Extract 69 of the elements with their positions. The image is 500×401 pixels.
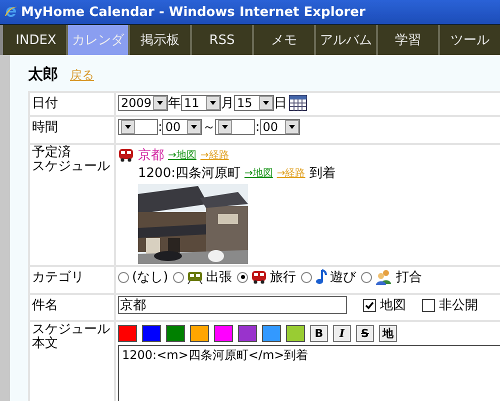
range-separator: ～ xyxy=(202,120,216,135)
unit-label: 月 xyxy=(221,96,234,111)
unit-label: 日 xyxy=(274,96,287,111)
color-swatch-button[interactable] xyxy=(118,324,137,342)
format-button[interactable]: I xyxy=(333,324,351,342)
calendar-icon[interactable] xyxy=(289,95,307,112)
train-icon xyxy=(187,270,204,284)
month-select[interactable]: 11 xyxy=(181,95,221,112)
nav-tab[interactable]: メモ xyxy=(254,25,316,55)
hour-select[interactable] xyxy=(215,119,256,136)
people-icon xyxy=(375,269,394,285)
radio-label: 出張 xyxy=(206,269,232,286)
bus-icon xyxy=(251,270,268,284)
nav-tab[interactable]: 学習 xyxy=(378,25,440,55)
color-swatch-button[interactable] xyxy=(262,324,281,342)
checkbox-label: 非公開 xyxy=(439,297,478,314)
field-label: 予定済 xyxy=(32,146,72,160)
field-label: カテゴリ xyxy=(32,270,84,285)
colon-label: : xyxy=(255,120,260,135)
format-button[interactable]: S xyxy=(356,324,374,342)
color-swatch-button[interactable] xyxy=(238,324,257,342)
checkbox-label: 地図 xyxy=(380,297,406,314)
schedule-link[interactable]: →地図 xyxy=(244,166,273,180)
color-swatch-button[interactable] xyxy=(214,324,233,342)
color-swatch-button[interactable] xyxy=(286,324,305,342)
radio-button[interactable] xyxy=(237,272,248,282)
schedule-link[interactable]: →地図 xyxy=(168,148,196,162)
window-title: MyHome Calendar - Windows Internet Explorer xyxy=(21,4,366,20)
minute-select[interactable]: 00 xyxy=(260,119,300,136)
nav-tab[interactable]: RSS xyxy=(192,25,254,55)
color-swatch-button[interactable] xyxy=(190,324,209,342)
radio-label: (なし) xyxy=(132,269,168,286)
year-select[interactable]: 2009 xyxy=(118,95,168,112)
field-label: スケジュール xyxy=(32,323,111,337)
radio-label: 遊び xyxy=(330,269,356,286)
unit-label: 年 xyxy=(168,96,181,111)
bus-icon xyxy=(118,148,134,162)
user-name: 太郎 xyxy=(28,65,58,84)
schedule-note: 到着 xyxy=(309,165,336,182)
body-text-area[interactable]: 1200:<m>四条河原町</m>到着 xyxy=(118,345,500,401)
checkbox[interactable] xyxy=(363,298,376,312)
schedule-title: 京都 xyxy=(138,147,164,164)
music-note-icon xyxy=(315,269,328,285)
radio-label: 旅行 xyxy=(270,269,296,286)
field-label: 件名 xyxy=(32,298,58,313)
format-button[interactable]: 地 xyxy=(379,324,397,342)
hour-select[interactable] xyxy=(118,119,158,136)
radio-button[interactable] xyxy=(118,272,129,282)
schedule-entry: 1200:四条河原町 xyxy=(138,165,240,182)
color-swatch-button[interactable] xyxy=(142,324,161,342)
field-label: 日付 xyxy=(32,96,58,111)
checkbox[interactable] xyxy=(422,298,435,312)
subject-field[interactable]: 京都 xyxy=(118,296,347,314)
field-label: スケジュール xyxy=(32,160,111,174)
radio-button[interactable] xyxy=(361,272,372,282)
format-button[interactable]: B xyxy=(310,324,328,342)
minute-select[interactable]: 00 xyxy=(162,119,202,136)
nav-tab[interactable]: ツール xyxy=(440,25,500,55)
radio-button[interactable] xyxy=(173,272,184,282)
field-label: 本文 xyxy=(32,336,59,350)
field-label: 時間 xyxy=(32,120,58,135)
color-swatch-button[interactable] xyxy=(166,324,185,342)
radio-label: 打合 xyxy=(396,269,422,286)
nav-tab[interactable]: 掲示板 xyxy=(130,25,192,55)
radio-button[interactable] xyxy=(301,272,312,282)
browser-logo-icon xyxy=(4,5,18,19)
colon-label: : xyxy=(158,120,162,135)
day-select[interactable]: 15 xyxy=(234,95,274,112)
nav-tab[interactable]: アルバム xyxy=(316,25,378,55)
